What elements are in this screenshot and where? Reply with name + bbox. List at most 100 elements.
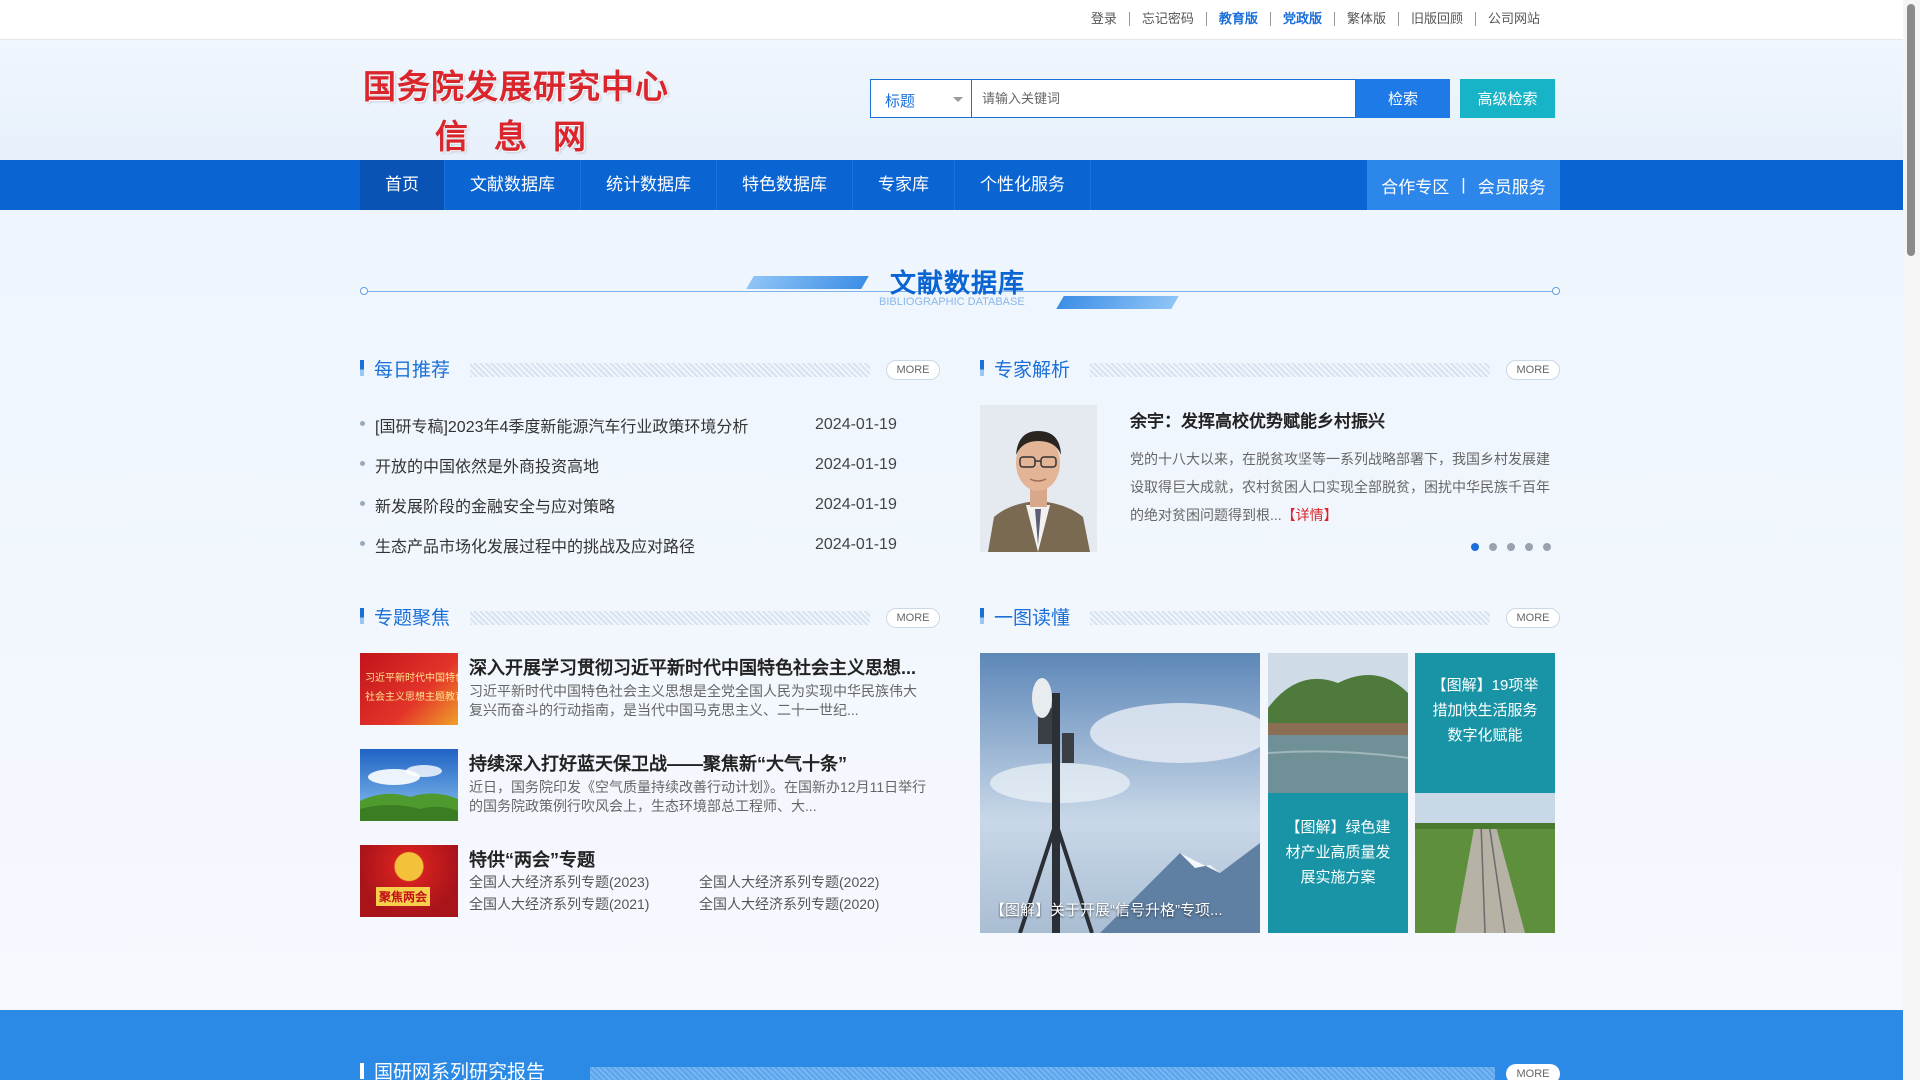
topic-thumbnail[interactable]: 聚焦两会	[360, 845, 458, 917]
infographic-tile[interactable]: 【图解】关于开展“信号升格”专项...	[980, 653, 1260, 933]
header-hatch	[470, 611, 870, 625]
nav-item-experts[interactable]: 专家库	[853, 160, 955, 210]
topic-thumbnail[interactable]	[360, 749, 458, 821]
infographics-header: 一图读懂 MORE	[980, 603, 1560, 629]
infographic-tile[interactable]: 【图解】绿色建材产业高质量发展实施方案	[1268, 793, 1408, 933]
topic-link-grid: 全国人大经济系列专题(2023) 全国人大经济系列专题(2022) 全国人大经济…	[469, 871, 929, 915]
forgot-password-link[interactable]: 忘记密码	[1128, 12, 1206, 26]
main-content: 文献数据库 BIBLIOGRAPHIC DATABASE 每日推荐 MORE […	[0, 210, 1920, 1010]
main-nav: 首页 文献数据库 统计数据库 特色数据库 专家库 个性化服务 合作专区 | 会员…	[0, 160, 1920, 210]
site-header: 国务院发展研究中心 信息网 标题 检索 高级检索	[0, 40, 1920, 160]
news-date: 2024-01-19	[815, 496, 897, 513]
party-government-edition-link[interactable]: 党政版	[1269, 12, 1334, 26]
header-marker	[360, 360, 364, 376]
infographic-tile[interactable]: 【图解】19项举措加快生活服务数字化赋能	[1415, 653, 1555, 793]
topic-title[interactable]: 持续深入打好蓝天保卫战——聚焦新“大气十条”	[469, 750, 847, 776]
search-bar: 标题 检索 高级检索	[870, 79, 1555, 118]
decor-bar-right	[1056, 296, 1179, 309]
company-site-link[interactable]: 公司网站	[1474, 12, 1552, 26]
list-item[interactable]: 生态产品市场化发展过程中的挑战及应对路径 2024-01-19	[360, 525, 940, 565]
topic-item[interactable]: 聚焦两会 特供“两会”专题 全国人大经济系列专题(2023) 全国人大经济系列专…	[360, 845, 940, 941]
infographic-caption: 【图解】绿色建材产业高质量发展实施方案	[1285, 819, 1391, 886]
expert-summary: 党的十八大以来，在脱贫攻坚等一系列战略部署下，我国乡村发展建设取得巨大成就，农村…	[1130, 445, 1560, 529]
topic-item[interactable]: 持续深入打好蓝天保卫战——聚焦新“大气十条” 近日，国务院印发《空气质量持续改善…	[360, 749, 940, 845]
news-date: 2024-01-19	[815, 456, 897, 473]
news-title: 新发展阶段的金融安全与应对策略	[360, 493, 615, 517]
expert-summary-text: 党的十八大以来，在脱贫攻坚等一系列战略部署下，我国乡村发展建设取得巨大成就，农村…	[1130, 451, 1550, 523]
carousel-pager	[1471, 543, 1561, 551]
infographic-photo[interactable]	[1268, 653, 1408, 793]
nav-item-cooperation[interactable]: 合作专区	[1381, 173, 1449, 198]
topic-item[interactable]: 习近平新时代中国特色 社会主义思想主题教育 深入开展学习贯彻习近平新时代中国特色…	[360, 653, 940, 749]
nav-item-home[interactable]: 首页	[360, 160, 445, 210]
daily-news-list: [国研专稿]2023年4季度新能源汽车行业政策环境分析 2024-01-19 开…	[360, 405, 940, 565]
carousel-dot[interactable]	[1525, 543, 1533, 551]
list-item[interactable]: 新发展阶段的金融安全与应对策略 2024-01-19	[360, 485, 940, 525]
chevron-down-icon	[953, 97, 963, 102]
topic-link[interactable]: 全国人大经济系列专题(2022)	[699, 871, 929, 893]
carousel-dot[interactable]	[1507, 543, 1515, 551]
topic-thumbnail[interactable]: 习近平新时代中国特色 社会主义思想主题教育	[360, 653, 458, 725]
topics-more-button[interactable]: MORE	[886, 608, 940, 628]
page-scrollbar[interactable]	[1903, 0, 1920, 1080]
topic-link[interactable]: 全国人大经济系列专题(2020)	[699, 893, 929, 915]
topic-title[interactable]: 深入开展学习贯彻习近平新时代中国特色社会主义思想...	[469, 654, 916, 680]
header-marker	[360, 1063, 364, 1079]
logo-line-2: 信息网	[435, 117, 612, 156]
logo-line-1: 国务院发展研究中心	[363, 67, 669, 106]
nav-item-personalized[interactable]: 个性化服务	[955, 160, 1091, 210]
topic-title[interactable]: 特供“两会”专题	[469, 846, 595, 872]
section-title-en: BIBLIOGRAPHIC DATABASE	[879, 296, 1025, 308]
expert-detail-link[interactable]: 【详情】	[1282, 507, 1338, 523]
section-title-cn: 文献数据库	[890, 268, 1026, 298]
old-version-link[interactable]: 旧版回顾	[1397, 12, 1475, 26]
thumb-caption: 聚焦两会	[376, 887, 431, 906]
header-hatch	[590, 1067, 1495, 1080]
nav-right-group: 合作专区 | 会员服务	[1367, 160, 1560, 210]
search-input[interactable]	[971, 79, 1356, 118]
reports-header: 国研网系列研究报告 MORE	[360, 1055, 1560, 1080]
education-edition-link[interactable]: 教育版	[1205, 12, 1270, 26]
thumb-caption-2: 社会主义思想主题教育	[365, 692, 458, 703]
site-logo[interactable]: 国务院发展研究中心 信息网	[363, 60, 669, 156]
search-field-select[interactable]: 标题	[870, 79, 971, 118]
carousel-dot[interactable]	[1471, 543, 1479, 551]
scrollbar-thumb[interactable]	[1907, 4, 1915, 256]
search-button[interactable]: 检索	[1356, 79, 1450, 118]
login-link[interactable]: 登录	[1079, 12, 1129, 26]
thumb-caption-1: 习近平新时代中国特色	[365, 673, 458, 684]
advanced-search-button[interactable]: 高级检索	[1460, 79, 1555, 118]
carousel-dot[interactable]	[1543, 543, 1551, 551]
infographics-more-button[interactable]: MORE	[1506, 608, 1560, 628]
infographics-grid: 【图解】关于开展“信号升格”专项... 【图解】绿色建材产业高质量发展实施方案 …	[980, 653, 1560, 933]
topic-description: 习近平新时代中国特色社会主义思想是全党全国人民为实现中华民族伟大复兴而奋斗的行动…	[469, 683, 917, 718]
daily-more-button[interactable]: MORE	[886, 360, 940, 380]
nav-separator: |	[1461, 175, 1466, 194]
decor-bar-left	[746, 276, 869, 289]
topic-description: 近日，国务院印发《空气质量持续改善行动计划》。在国新办12月11日举行的国务院政…	[469, 779, 927, 814]
daily-recommend-title: 每日推荐	[374, 360, 451, 381]
topic-link[interactable]: 全国人大经济系列专题(2021)	[469, 893, 699, 915]
expert-more-button[interactable]: MORE	[1506, 360, 1560, 380]
expert-photo[interactable]	[980, 405, 1097, 552]
nav-item-special-db[interactable]: 特色数据库	[717, 160, 853, 210]
reports-title: 国研网系列研究报告	[374, 1062, 546, 1080]
header-marker	[980, 360, 984, 376]
carousel-dot[interactable]	[1489, 543, 1497, 551]
reports-more-button[interactable]: MORE	[1506, 1064, 1560, 1080]
nav-item-membership[interactable]: 会员服务	[1478, 173, 1546, 198]
nav-item-statistics-db[interactable]: 统计数据库	[581, 160, 717, 210]
top-bar: 登录 忘记密码 教育版 党政版 繁体版 旧版回顾 公司网站	[0, 0, 1920, 40]
news-title: [国研专稿]2023年4季度新能源汽车行业政策环境分析	[360, 413, 748, 437]
list-item[interactable]: [国研专稿]2023年4季度新能源汽车行业政策环境分析 2024-01-19	[360, 405, 940, 445]
top-links: 登录 忘记密码 教育版 党政版 繁体版 旧版回顾 公司网站	[1079, 12, 1552, 26]
list-item[interactable]: 开放的中国依然是外商投资高地 2024-01-19	[360, 445, 940, 485]
expert-analysis-header: 专家解析 MORE	[980, 355, 1560, 381]
infographic-photo[interactable]	[1415, 793, 1555, 933]
traditional-chinese-link[interactable]: 繁体版	[1333, 12, 1398, 26]
topic-link[interactable]: 全国人大经济系列专题(2023)	[469, 871, 699, 893]
expert-analysis-panel: 专家解析 MORE 余宇：发挥高校优势赋能乡村振兴 党的十八大以来，在脱贫攻坚等…	[980, 355, 1560, 575]
nav-item-literature-db[interactable]: 文献数据库	[445, 160, 581, 210]
expert-analysis-title: 专家解析	[994, 360, 1071, 381]
expert-headline[interactable]: 余宇：发挥高校优势赋能乡村振兴	[1130, 407, 1385, 432]
